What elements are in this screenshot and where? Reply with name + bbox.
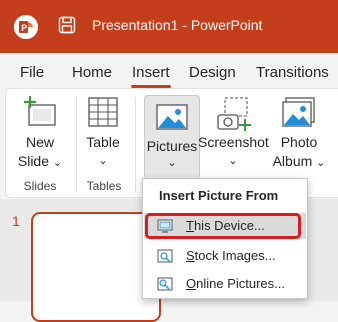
table-button[interactable]: Table ⌄: [78, 95, 128, 171]
stock-images-icon: [157, 249, 173, 263]
group-label-slides: Slides: [23, 179, 57, 193]
online-pictures-icon: [157, 277, 173, 291]
pictures-label: Pictures: [146, 138, 198, 154]
menu-item-online-pictures[interactable]: Online Pictures...: [144, 271, 306, 297]
screenshot-icon: [217, 97, 251, 131]
menu-item-label: Stock Images...: [186, 248, 276, 263]
menu-item-label: Online Pictures...: [186, 276, 285, 291]
new-slide-button[interactable]: New Slide ⌄: [12, 95, 68, 173]
tab-home[interactable]: Home: [72, 64, 112, 81]
powerpoint-logo-icon: P: [14, 15, 38, 39]
tab-design[interactable]: Design: [189, 64, 236, 81]
photo-album-icon: [282, 97, 315, 127]
chevron-down-icon: ⌄: [228, 155, 238, 167]
photo-album-label-line2: Album ⌄: [272, 153, 326, 169]
table-label: Table: [86, 134, 120, 150]
group-label-tables: Tables: [86, 179, 122, 193]
ribbon-tabs: File Home Insert Design Transitions: [0, 53, 338, 88]
menu-header: Insert Picture From: [159, 188, 279, 203]
photo-album-button[interactable]: Photo Album ⌄: [268, 95, 330, 173]
tab-file[interactable]: File: [20, 64, 44, 81]
pictures-button[interactable]: Pictures ⌄: [144, 95, 200, 179]
pictures-icon: [156, 104, 188, 130]
slide-number: 1: [12, 213, 20, 229]
photo-album-label-line1: Photo: [280, 134, 318, 150]
title-bar: P Presentation1 - PowerPoint: [0, 0, 338, 53]
screenshot-label: Screenshot: [198, 134, 269, 150]
group-separator: [135, 97, 136, 193]
new-slide-label-line2: Slide ⌄: [17, 153, 63, 169]
svg-text:P: P: [21, 23, 27, 33]
chevron-down-icon: ⌄: [167, 157, 177, 169]
tab-insert[interactable]: Insert: [131, 64, 171, 88]
highlight-annotation: [145, 213, 301, 239]
window-title: Presentation1 - PowerPoint: [92, 17, 263, 33]
group-separator: [76, 97, 77, 193]
new-slide-label-line1: New: [25, 134, 54, 150]
tab-transitions[interactable]: Transitions: [256, 64, 329, 81]
menu-item-stock-images[interactable]: Stock Images...: [144, 243, 306, 269]
save-icon[interactable]: [58, 16, 76, 39]
chevron-down-icon: ⌄: [98, 155, 108, 167]
screenshot-button[interactable]: Screenshot ⌄: [198, 95, 269, 171]
table-icon: [88, 97, 118, 127]
new-slide-icon: [24, 96, 56, 126]
